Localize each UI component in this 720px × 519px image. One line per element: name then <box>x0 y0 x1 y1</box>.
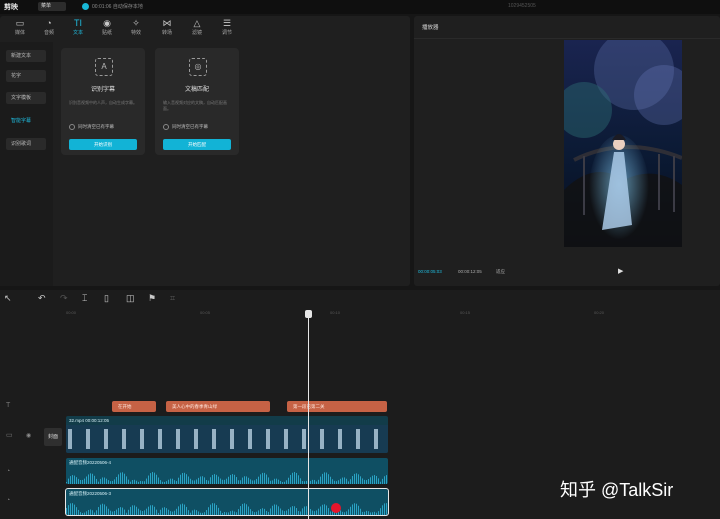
delete-icon[interactable]: ▯ <box>104 293 109 304</box>
watermark: 知乎 @TalkSir <box>560 480 674 500</box>
text-clip[interactable]: 在开始 <box>112 401 156 412</box>
sidenav-item-fancy-text[interactable]: 花字 <box>6 70 46 82</box>
crop-icon[interactable]: ⌗ <box>170 293 175 304</box>
card-title: 文稿匹配 <box>184 87 209 93</box>
script-match-icon: ◎ <box>189 58 207 76</box>
radio-icon <box>163 124 169 130</box>
tab-effects[interactable]: ✧ 特效 <box>122 18 150 36</box>
text-clip[interactable]: 第一段已第二关 <box>287 401 387 412</box>
video-clip-label: 32.mp4 00:00:12:05 <box>69 418 110 423</box>
tab-filter[interactable]: △ 滤镜 <box>183 18 211 36</box>
audio-clip[interactable]: 通配音频20220506-4 <box>66 458 388 484</box>
card-description: 识别音视频中的人声，自动生成字幕。 <box>69 100 137 105</box>
app-logo: 剪映 <box>4 4 18 11</box>
cover-button[interactable]: 封面 <box>44 428 62 446</box>
resource-tabs: ▭ 媒体 ◔ 音频 TI 文本 ◉ 贴纸 ✧ 特效 ⋈ 转场 △ 滤镜 ☰ 调节 <box>0 16 410 40</box>
text-icon: TI <box>74 18 82 28</box>
clear-subtitles-checkbox[interactable]: 同时清空已有字幕 <box>69 124 114 130</box>
sidenav-item-lyrics[interactable]: 识别歌词 <box>6 138 46 150</box>
lock-icon[interactable]: ◉ <box>26 432 31 439</box>
card-description: 输入音视频对应的文稿，自动匹配画面。 <box>163 100 227 111</box>
audio-waveform <box>66 472 387 484</box>
tab-transition[interactable]: ⋈ 转场 <box>153 18 181 36</box>
autosave-icon <box>82 3 89 10</box>
start-match-button[interactable]: 开始匹配 <box>163 139 231 150</box>
top-bar: 剪映 菜单 00:01:06 自动保存本地 1029452505 <box>0 0 720 14</box>
tab-media[interactable]: ▭ 媒体 <box>6 18 34 36</box>
tab-text[interactable]: TI 文本 <box>64 18 92 36</box>
audio-track-icon: ◔ <box>6 497 11 504</box>
transition-icon: ⋈ <box>162 18 172 28</box>
effects-icon: ✧ <box>132 18 140 28</box>
video-clip[interactable]: 32.mp4 00:00:12:05 <box>66 416 388 453</box>
total-timecode: 00:00:12:05 <box>458 269 482 274</box>
ruler-label: 00:10 <box>330 310 341 315</box>
playhead-handle[interactable] <box>305 310 312 318</box>
resource-panel: ▭ 媒体 ◔ 音频 TI 文本 ◉ 贴纸 ✧ 特效 ⋈ 转场 △ 滤镜 ☰ 调节 新建文本 花字… <box>0 16 410 286</box>
text-sidenav: 新建文本 花字 文字模板 智能字幕 识别歌词 <box>0 42 53 286</box>
ruler-label: 00:20 <box>594 310 605 315</box>
project-name[interactable]: 1029452505 <box>508 3 536 9</box>
tab-audio[interactable]: ◔ 音频 <box>35 18 63 36</box>
sticker-icon: ◉ <box>103 18 111 28</box>
recognize-subtitle-icon: A <box>95 58 113 76</box>
time-ruler[interactable]: 00:00 00:05 00:10 00:15 00:20 <box>62 308 720 318</box>
sidenav-item-smart-subtitle[interactable]: 智能字幕 <box>6 115 46 127</box>
sidenav-item-text-template[interactable]: 文字模板 <box>6 92 46 104</box>
clear-subtitles-checkbox[interactable]: 同时清空已有字幕 <box>163 124 208 130</box>
video-frame-image <box>564 40 682 247</box>
current-timecode: 00:00:05:03 <box>418 269 442 274</box>
player-panel: 播放器 00:00:05:03 00:00:12:05 适应 ▶ <box>414 16 720 286</box>
sidenav-item-new-text[interactable]: 新建文本 <box>6 50 46 62</box>
start-recognition-button[interactable]: 开始识别 <box>69 139 137 150</box>
ruler-label: 00:00 <box>66 310 77 315</box>
radio-icon <box>69 124 75 130</box>
text-track-icon: T <box>6 402 11 409</box>
tab-adjust[interactable]: ☰ 调节 <box>213 18 241 36</box>
quality-dropdown[interactable]: 适应 <box>496 269 505 275</box>
marker-icon[interactable]: ⚑ <box>148 293 156 304</box>
audio-clip-label: 通配音频20220506-3 <box>69 491 112 496</box>
player-title: 播放器 <box>422 25 439 31</box>
video-preview[interactable] <box>564 40 682 247</box>
video-track-icon: ▭ <box>6 432 13 439</box>
split-icon[interactable]: ⌶ <box>82 293 87 304</box>
script-match-card: ◎ 文稿匹配 输入音视频对应的文稿，自动匹配画面。 同时清空已有字幕 开始匹配 <box>155 48 239 155</box>
freeze-icon[interactable]: ◫ <box>126 293 135 304</box>
text-clip[interactable]: 美人心中的春季青山绿 <box>166 401 270 412</box>
autosave-status: 00:01:06 自动保存本地 <box>92 4 143 10</box>
audio-track-icon: ◔ <box>6 468 11 475</box>
ruler-label: 00:15 <box>460 310 471 315</box>
media-icon: ▭ <box>15 18 25 28</box>
adjust-icon: ☰ <box>222 18 232 28</box>
menu-button[interactable]: 菜单 <box>38 2 66 11</box>
audio-clip-label: 通配音频20220506-4 <box>69 460 112 465</box>
redo-icon[interactable]: ↷ <box>60 293 68 304</box>
timeline-toolbar: ↖ ↶ ↷ ⌶ ▯ ◫ ⚑ ⌗ <box>0 290 720 308</box>
card-title: 识别字幕 <box>90 87 115 93</box>
filter-icon: △ <box>193 18 201 28</box>
play-icon[interactable]: ▶ <box>618 267 623 275</box>
audio-icon: ◔ <box>46 18 52 28</box>
mouse-cursor-indicator <box>331 503 341 513</box>
select-tool-icon[interactable]: ↖ <box>4 293 12 304</box>
tab-sticker[interactable]: ◉ 贴纸 <box>93 18 121 36</box>
playhead[interactable] <box>305 310 312 519</box>
divider <box>414 38 720 39</box>
subtitle-recognition-card: A 识别字幕 识别音视频中的人声，自动生成字幕。 同时清空已有字幕 开始识别 <box>61 48 145 155</box>
video-thumbnails <box>66 425 388 453</box>
undo-icon[interactable]: ↶ <box>38 293 46 304</box>
ruler-label: 00:05 <box>200 310 211 315</box>
